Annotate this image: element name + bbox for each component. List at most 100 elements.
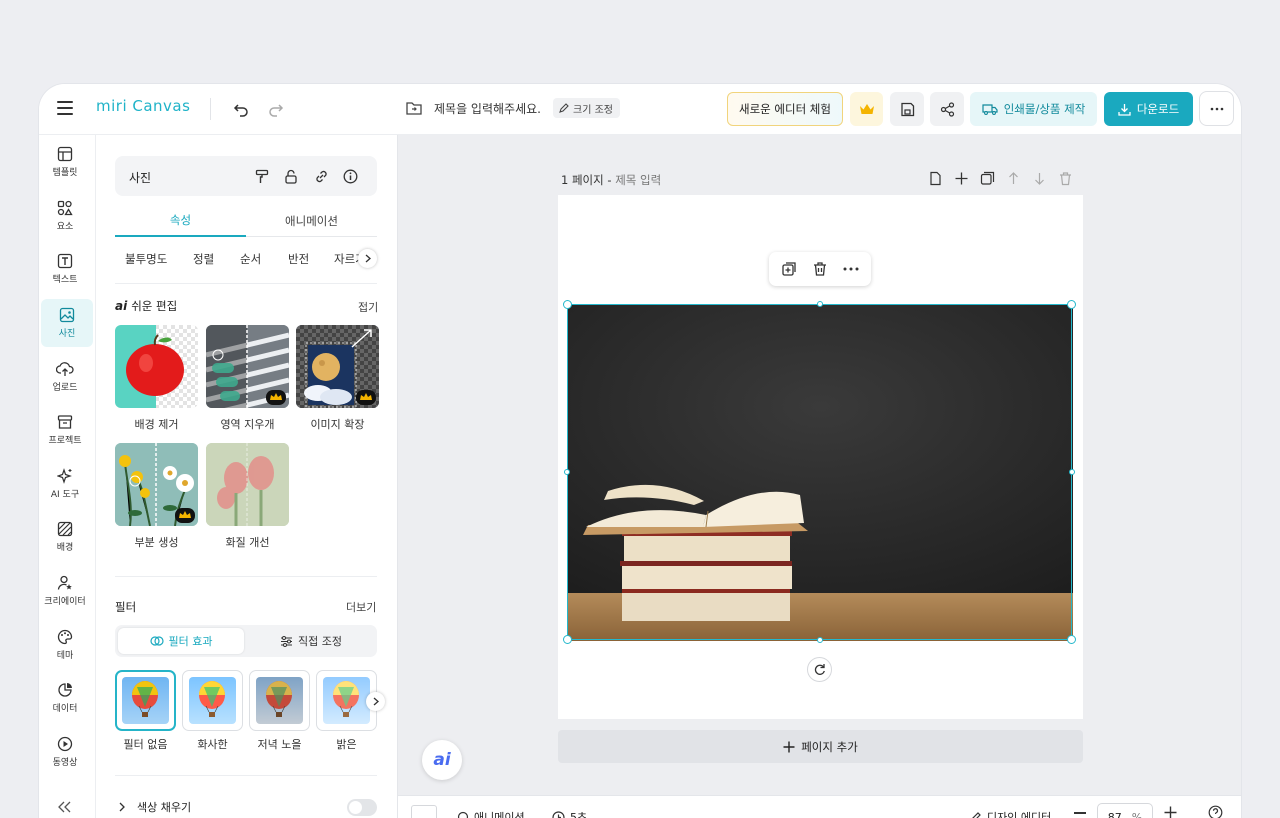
remove-background-tool[interactable] [115,325,198,408]
duplicate-page-icon[interactable] [980,171,995,186]
unlock-icon[interactable] [282,167,300,185]
info-icon[interactable] [341,167,359,185]
filter-scroll-right-icon[interactable] [366,692,385,711]
print-product-button[interactable]: 인쇄물/상품 제작 [970,92,1097,126]
zoom-input[interactable]: 87% [1097,803,1153,818]
filter-preset-none[interactable] [115,670,176,731]
resize-handle-n[interactable] [817,301,823,307]
nav-video[interactable]: 동영상 [39,728,91,776]
resize-button[interactable]: 크기 조정 [553,98,620,118]
ai-icon: ai [115,299,128,313]
collapse-sidebar-icon[interactable] [56,798,74,816]
new-editor-trial-button[interactable]: 새로운 에디터 체험 [727,92,843,126]
rotate-handle[interactable] [807,657,832,682]
filter-effect-tab[interactable]: 필터 효과 [118,628,244,654]
ai-assistant-button[interactable]: ai [422,740,462,780]
download-label: 다운로드 [1136,102,1180,116]
resize-handle-nw[interactable] [563,300,572,309]
help-icon[interactable] [1208,805,1223,818]
nav-data[interactable]: 데이터 [39,674,91,722]
filter-effect-icon [149,636,164,646]
top-bar: miri Canvas 제목을 입력해주세요. 크기 조정 새로운 에디터 체험… [39,84,1241,135]
undo-icon[interactable] [230,98,252,120]
quality-enhance-tool[interactable] [206,443,289,526]
filter-preset-sunset[interactable] [249,670,310,731]
save-button[interactable] [890,92,924,126]
apple-image [126,325,198,408]
delete-element-icon[interactable] [812,261,828,277]
resize-handle-se[interactable] [1067,635,1076,644]
premium-button[interactable] [850,92,883,126]
image-expand-tool[interactable] [296,325,379,408]
subtab-align[interactable]: 정렬 [193,251,214,267]
page-title-input[interactable]: 제목 입력 [615,173,661,187]
folder-icon[interactable] [405,99,423,117]
resize-handle-w[interactable] [564,469,570,475]
subtab-flip[interactable]: 반전 [288,251,309,267]
resize-label: 크기 조정 [573,104,613,116]
move-page-up-icon[interactable] [1006,171,1021,186]
nav-template[interactable]: 템플릿 [39,138,91,186]
page-copy-doc-icon[interactable] [928,171,943,186]
video-icon [57,736,73,752]
add-page-icon[interactable] [954,171,969,186]
resize-handle-sw[interactable] [563,635,572,644]
filter-label: 밝은 [336,738,357,751]
duration-button[interactable]: 5초 [552,809,587,818]
partial-generate-tool[interactable] [115,443,198,526]
nav-background[interactable]: 배경 [39,513,91,561]
filter-more-link[interactable]: 더보기 [346,599,376,615]
flowers-image [115,443,198,526]
nav-text[interactable]: 텍스트 [39,245,91,293]
download-button[interactable]: 다운로드 [1104,92,1193,126]
nav-label: 크리에이터 [44,597,86,607]
filter-preset-bright[interactable] [182,670,243,731]
template-icon [57,146,73,162]
color-fill-toggle[interactable] [347,799,377,816]
nav-photo[interactable]: 사진 [41,299,93,347]
menu-icon[interactable] [57,101,73,115]
move-page-down-icon[interactable] [1032,171,1047,186]
ai-tools-icon [57,468,72,484]
easy-edit-collapse[interactable]: 접기 [358,299,378,315]
sliders-icon [281,635,292,647]
nav-label: 배경 [56,543,74,553]
nav-creator[interactable]: 크리에이터 [39,567,91,615]
color-fill-row[interactable]: 색상 채우기 [119,799,191,815]
tab-properties[interactable]: 속성 [115,205,246,237]
duplicate-element-icon[interactable] [781,261,797,277]
document-title[interactable]: 제목을 입력해주세요. [434,100,541,117]
add-page-button[interactable]: 페이지 추가 [558,730,1083,763]
zoom-out-icon[interactable] [1074,812,1086,814]
resize-handle-ne[interactable] [1067,300,1076,309]
link-icon[interactable] [312,167,330,185]
nav-elements[interactable]: 요소 [39,192,91,240]
nav-project[interactable]: 프로젝트 [39,406,91,454]
format-painter-icon[interactable] [253,167,271,185]
redo-icon[interactable] [265,98,287,120]
resize-handle-s[interactable] [817,637,823,643]
animation-button[interactable]: 애니메이션 [456,809,525,818]
subtab-opacity[interactable]: 불투명도 [125,251,167,267]
app-logo[interactable]: miri Canvas [96,97,190,115]
subtab-order[interactable]: 순서 [240,251,261,267]
more-options-icon[interactable] [843,267,859,271]
zoom-in-icon[interactable] [1164,806,1177,818]
nav-upload[interactable]: 업로드 [39,353,91,401]
resize-handle-e[interactable] [1069,469,1075,475]
design-editor-button[interactable]: 디자인 에디터 [969,809,1051,818]
page-label: 1 페이지 - 제목 입력 [561,172,661,188]
subtab-scroll-right-icon[interactable] [358,249,377,268]
tab-animation[interactable]: 애니메이션 [246,205,377,237]
share-button[interactable] [930,92,964,126]
page-thumbnail[interactable] [411,805,437,818]
nav-theme[interactable]: 테마 [39,621,91,669]
divider [115,283,377,284]
more-menu-button[interactable] [1199,91,1234,126]
area-eraser-tool[interactable] [206,325,289,408]
manual-adjust-tab[interactable]: 직접 조정 [248,628,374,654]
filter-title: 필터 [115,600,137,614]
delete-page-icon[interactable] [1058,171,1073,186]
nav-ai-tools[interactable]: AI 도구 [39,460,91,508]
element-floating-toolbar [769,252,871,286]
